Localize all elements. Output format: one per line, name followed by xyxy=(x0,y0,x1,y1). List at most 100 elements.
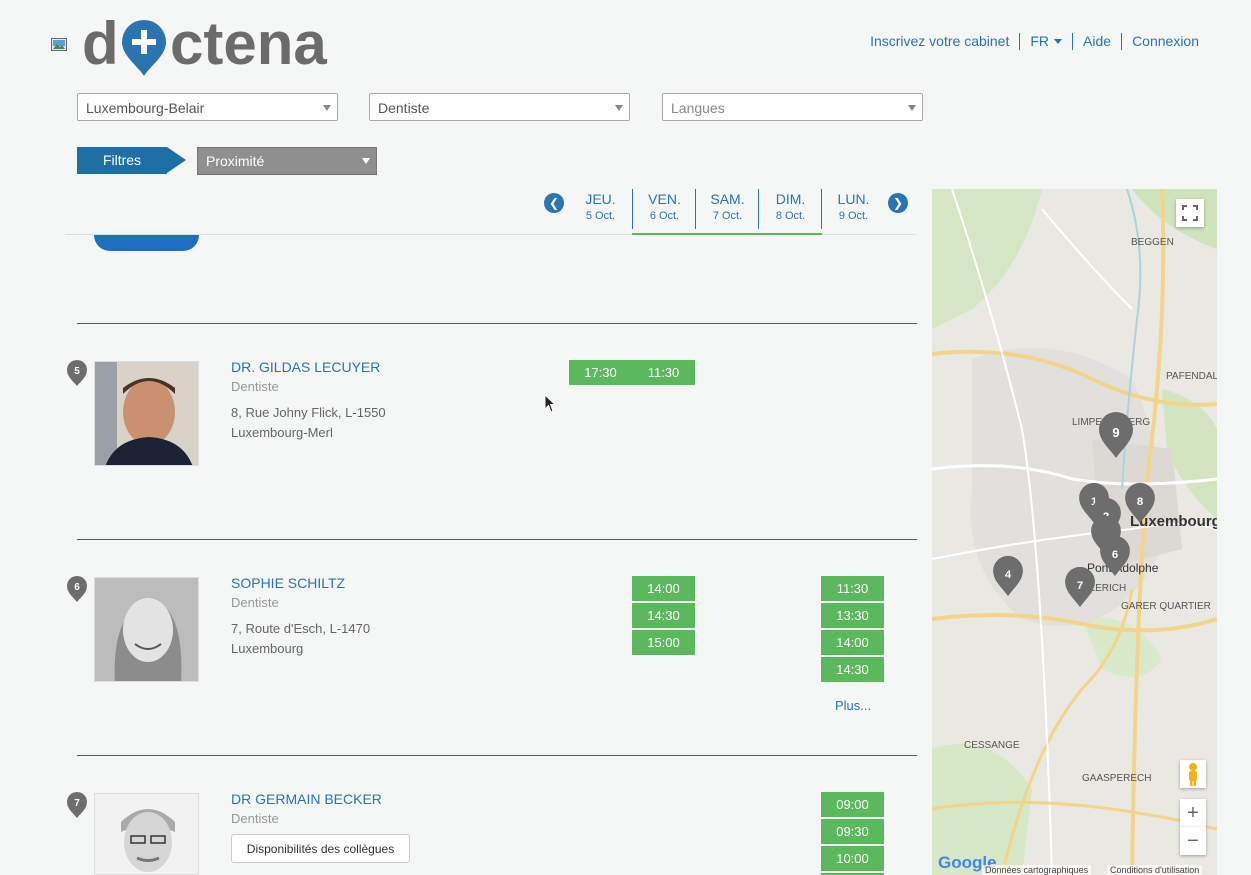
map-marker-9[interactable]: 9 xyxy=(1098,411,1134,459)
doctor-address-line1: 7, Route d'Esch, L-1470 xyxy=(231,621,371,636)
day-column-thu: JEU. 5 Oct. xyxy=(569,189,632,229)
doctor-photo[interactable] xyxy=(94,577,199,682)
doctor-photo[interactable] xyxy=(94,793,199,875)
day-name: DIM. xyxy=(775,191,806,207)
zoom-out-button[interactable]: − xyxy=(1180,827,1206,855)
doctor-name-link[interactable]: DR. GILDAS LECUYER xyxy=(231,359,380,375)
marker-pin-icon: 5 xyxy=(67,360,87,386)
filters-button[interactable]: Filtres xyxy=(77,147,186,174)
marker-number: 6 xyxy=(1112,549,1118,561)
sort-select[interactable]: Proximité xyxy=(197,147,377,175)
map-marker-6[interactable]: 6 xyxy=(1099,535,1131,577)
time-slot[interactable]: 15:00 xyxy=(632,630,695,655)
mouse-cursor-icon xyxy=(544,394,557,413)
map-place-label: PAFENDAL xyxy=(1166,371,1217,382)
list-divider xyxy=(77,323,917,324)
doctor-name-link[interactable]: DR GERMAIN BECKER xyxy=(231,791,382,807)
time-slot[interactable]: 14:00 xyxy=(821,630,884,655)
language-select[interactable]: Langues xyxy=(662,93,923,121)
time-slot[interactable]: 14:30 xyxy=(632,603,695,628)
marker-number: 7 xyxy=(74,798,80,809)
doctor-address-line1: 8, Rue Johny Flick, L-1550 xyxy=(231,405,386,420)
day-date: 8 Oct. xyxy=(775,210,806,222)
day-date: 7 Oct. xyxy=(712,210,743,222)
specialty-value: Dentiste xyxy=(378,100,430,116)
time-slot[interactable]: 14:00 xyxy=(632,576,695,601)
day-column-sat: SAM. 7 Oct. xyxy=(695,189,759,229)
colleagues-availability-button[interactable]: Disponibilités des collègues xyxy=(231,834,410,863)
map-marker-4[interactable]: 4 xyxy=(992,555,1024,597)
marker-pin-icon: 6 xyxy=(67,576,87,602)
help-link[interactable]: Aide xyxy=(1072,33,1121,50)
marker-number: 5 xyxy=(74,366,80,377)
day-date: 5 Oct. xyxy=(585,210,616,222)
map[interactable]: BEGGEN LIMPERTSBERG PAFENDAL Luxembourg … xyxy=(932,189,1217,875)
chevron-down-icon xyxy=(615,105,623,111)
map-place-label: CESSANGE xyxy=(964,740,1020,751)
location-value: Luxembourg-Belair xyxy=(86,100,205,116)
previous-slot-edge xyxy=(632,233,822,235)
location-select[interactable]: Luxembourg-Belair xyxy=(77,93,338,121)
street-view-pegman[interactable] xyxy=(1180,760,1206,788)
language-placeholder: Langues xyxy=(671,100,725,116)
map-marker-7[interactable]: 7 xyxy=(1064,566,1096,608)
time-slot[interactable]: 13:30 xyxy=(821,603,884,628)
chevron-down-icon xyxy=(362,158,370,164)
more-slots-link[interactable]: Plus... xyxy=(835,698,871,713)
doctor-specialty: Dentiste xyxy=(231,379,279,394)
chevron-down-icon xyxy=(323,105,331,111)
time-slot[interactable]: 09:30 xyxy=(821,819,884,844)
doctor-address-line2: Luxembourg xyxy=(231,641,304,656)
marker-number: 9 xyxy=(1112,425,1119,440)
day-column-sun: DIM. 8 Oct. xyxy=(758,189,822,229)
pegman-icon xyxy=(1189,763,1197,786)
map-canvas xyxy=(932,189,1217,875)
top-navigation: Inscrivez votre cabinet FR Aide Connexio… xyxy=(860,33,1209,50)
specialty-select[interactable]: Dentiste xyxy=(369,93,630,121)
marker-pin-icon: 7 xyxy=(67,792,87,818)
day-name: LUN. xyxy=(837,191,870,207)
logo-text-d: d xyxy=(82,12,119,76)
marker-number: 7 xyxy=(1077,580,1083,592)
doctor-name-link[interactable]: SOPHIE SCHILTZ xyxy=(231,575,345,591)
previous-doctor-photo xyxy=(94,235,199,251)
time-slot[interactable]: 11:30 xyxy=(632,360,695,385)
fullscreen-button[interactable] xyxy=(1176,199,1204,227)
day-name: JEU. xyxy=(585,191,616,207)
chevron-down-icon xyxy=(908,105,916,111)
fullscreen-icon xyxy=(1182,205,1198,221)
time-slot[interactable]: 11:30 xyxy=(821,576,884,601)
day-name: VEN. xyxy=(648,191,681,207)
sort-value: Proximité xyxy=(206,153,265,169)
time-slot[interactable]: 14:30 xyxy=(821,657,884,682)
map-marker-8[interactable]: 8 xyxy=(1124,482,1156,524)
language-label: FR xyxy=(1030,33,1050,49)
language-dropdown[interactable]: FR xyxy=(1019,33,1072,50)
time-slot[interactable]: 17:30 xyxy=(569,360,632,385)
doctor-specialty: Dentiste xyxy=(231,595,279,610)
broken-image-icon xyxy=(51,38,67,51)
map-place-label: GAASPERECH xyxy=(1082,773,1152,784)
day-column-fri: VEN. 6 Oct. xyxy=(632,189,696,229)
marker-number: 8 xyxy=(1137,496,1143,508)
list-divider xyxy=(77,755,917,756)
map-terms-link[interactable]: Conditions d'utilisation xyxy=(1107,865,1203,875)
doctor-specialty: Dentiste xyxy=(231,811,279,826)
map-data-link[interactable]: Données cartographiques xyxy=(982,865,1092,875)
register-practice-link[interactable]: Inscrivez votre cabinet xyxy=(860,33,1019,50)
previous-days-button[interactable]: ❮ xyxy=(544,193,564,213)
time-slot[interactable]: 09:00 xyxy=(821,792,884,817)
map-place-label: BEGGEN xyxy=(1131,237,1174,248)
marker-number: 4 xyxy=(1005,569,1012,581)
day-name: SAM. xyxy=(710,191,745,207)
day-date: 6 Oct. xyxy=(649,210,680,222)
doctena-logo[interactable]: d ctena xyxy=(82,10,342,77)
doctor-photo[interactable] xyxy=(94,361,199,466)
time-slot[interactable]: 10:00 xyxy=(821,846,884,871)
zoom-in-button[interactable]: + xyxy=(1180,799,1206,827)
next-days-button[interactable]: ❯ xyxy=(888,193,908,213)
day-column-mon: LUN. 9 Oct. xyxy=(821,189,885,229)
map-place-label: GARER QUARTIER xyxy=(1121,601,1211,612)
logo-text-ctena: ctena xyxy=(170,12,327,76)
login-link[interactable]: Connexion xyxy=(1121,33,1209,50)
